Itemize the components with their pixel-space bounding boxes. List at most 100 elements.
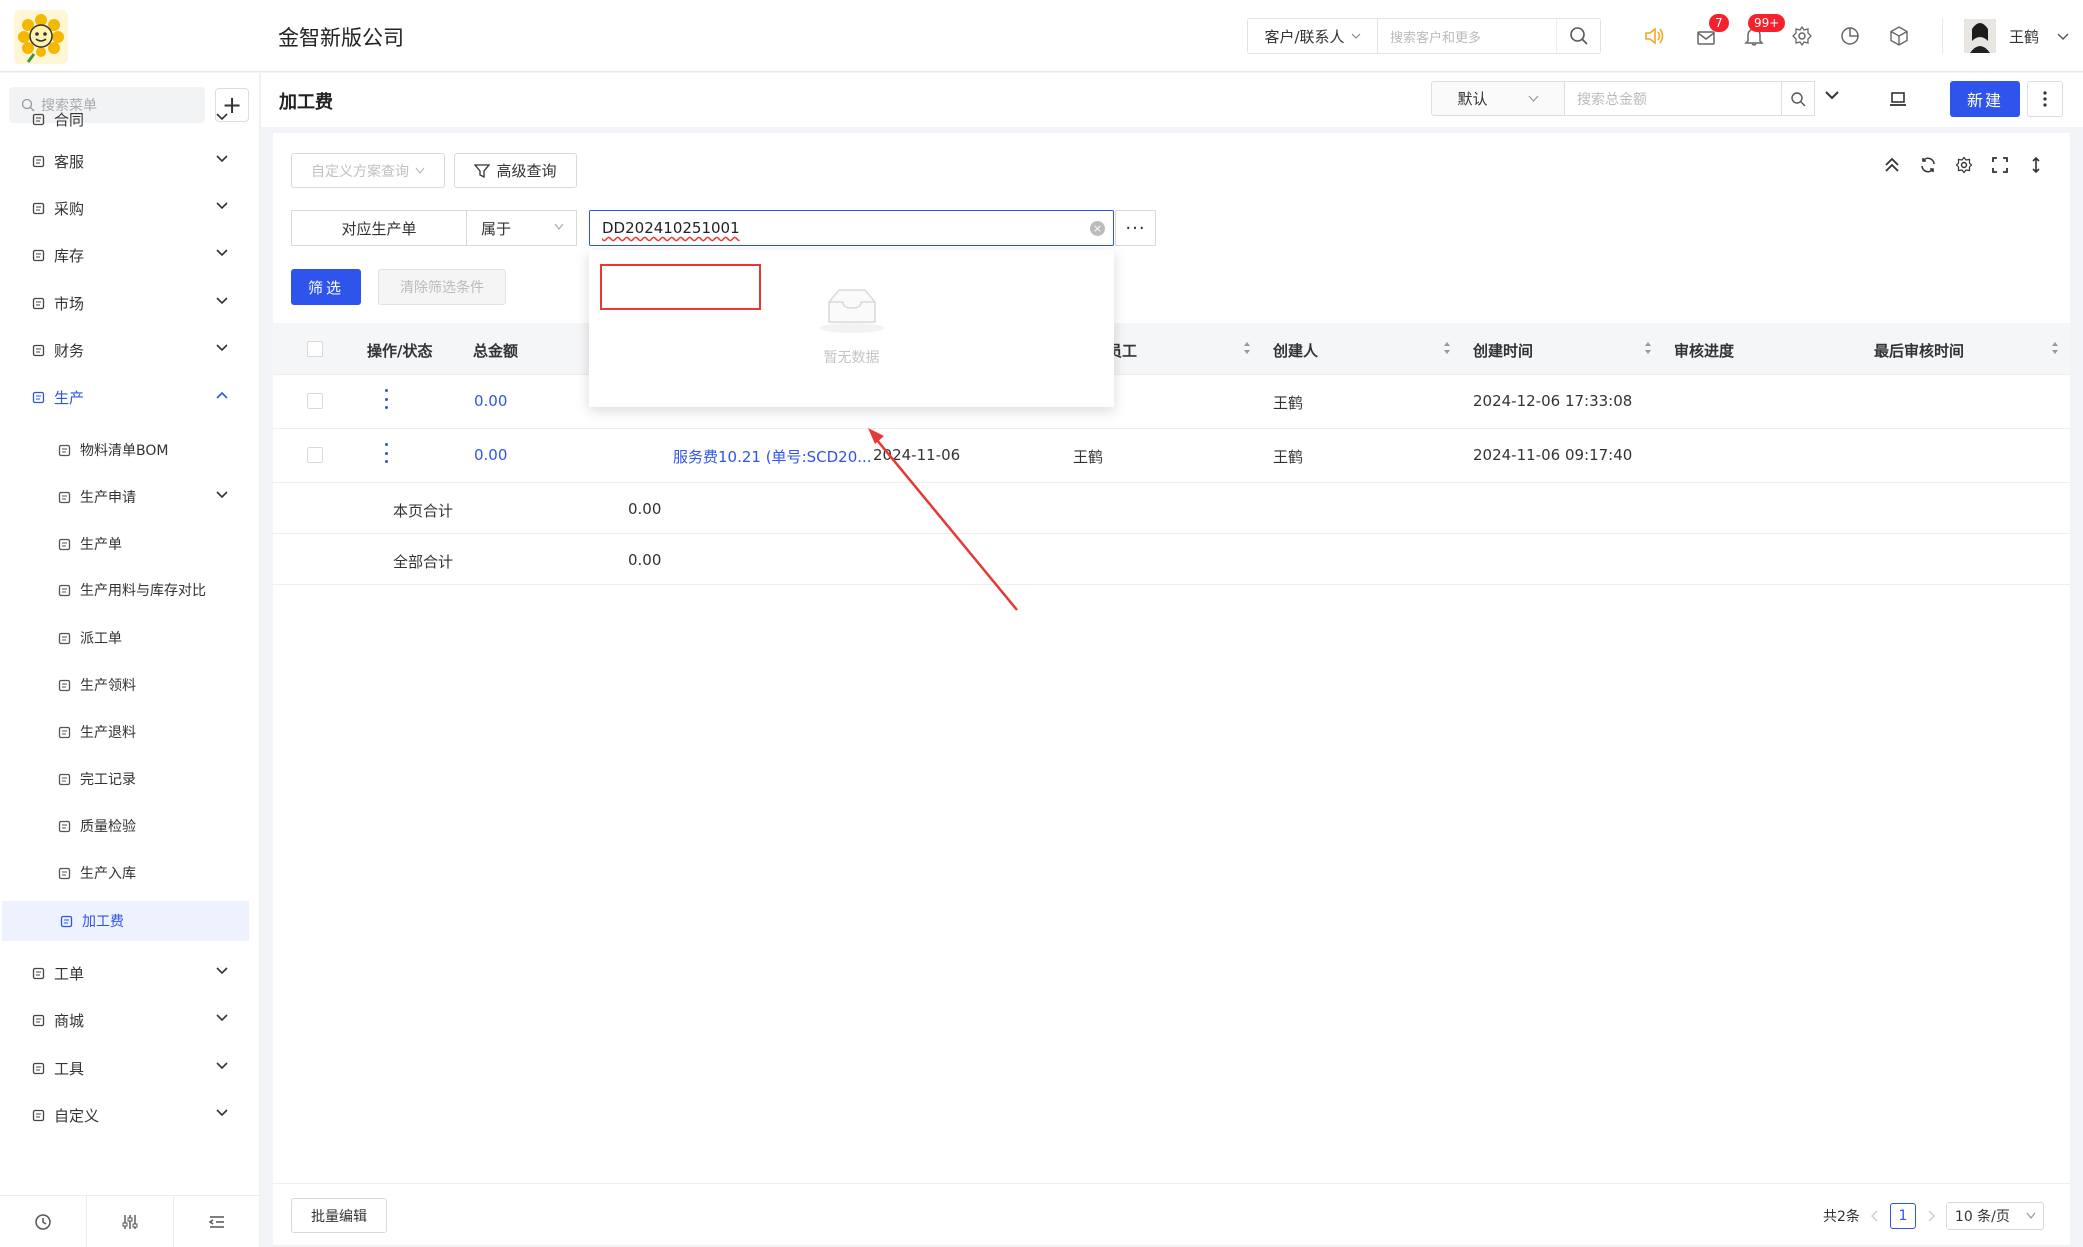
row-height-icon[interactable] [2027, 156, 2045, 174]
fullscreen-icon[interactable] [1991, 156, 2009, 174]
apply-filter-button[interactable]: 筛选 [291, 269, 361, 305]
custom-query-select[interactable]: 自定义方案查询 [291, 153, 445, 188]
select-all-checkbox[interactable] [307, 341, 323, 357]
row-production-order[interactable]: 服务费10.21 (单号:SCD20... [673, 446, 872, 467]
sort-icon[interactable] [2051, 339, 2059, 357]
cube-icon[interactable] [1887, 24, 1911, 48]
service-icon [30, 153, 46, 169]
menu-icon [30, 1012, 46, 1028]
amount-search-input[interactable]: 搜索总金额 [1564, 81, 1782, 116]
amount-search-button[interactable] [1781, 81, 1815, 116]
filter-operator-value: 属于 [481, 219, 512, 238]
all-total-value: 0.00 [628, 551, 662, 569]
sidebar-item[interactable]: 工具 [0, 1048, 250, 1088]
col-creator[interactable]: 创建人 [1273, 340, 1318, 361]
row-amount[interactable]: 0.00 [474, 392, 507, 410]
row-actions-icon[interactable] [385, 443, 389, 463]
avatar[interactable] [1964, 19, 1996, 53]
sidebar-item[interactable]: 合同 [0, 99, 250, 139]
new-button[interactable]: 新建 [1950, 81, 2020, 117]
page-number[interactable]: 1 [1889, 1203, 1916, 1229]
sidebar-subitem[interactable]: 质量检验 [0, 806, 250, 846]
row-creator: 王鹤 [1273, 394, 1304, 412]
table-row[interactable]: 0.00 王鹤 2024-12-06 17:33:08 [273, 375, 2070, 429]
table-footer: 批量编辑 共2条 1 10 条/页 [273, 1183, 2070, 1245]
sidebar-item[interactable]: 商城 [0, 1000, 250, 1040]
sliders-icon[interactable] [87, 1196, 174, 1247]
chevron-down-icon[interactable] [2057, 32, 2069, 42]
sort-icon[interactable] [1243, 339, 1251, 357]
row-checkbox[interactable] [307, 393, 323, 409]
monitor-icon[interactable] [1889, 90, 1907, 108]
sidebar-item-label: 库存 [54, 246, 85, 265]
collapse-up-icon[interactable] [1883, 156, 1901, 174]
col-amount[interactable]: 总金额 [473, 340, 518, 361]
sidebar-subitem[interactable]: 派工单 [0, 618, 250, 658]
pie-chart-icon[interactable] [1838, 24, 1862, 48]
sidebar-subitem[interactable]: 加工费 [2, 901, 249, 941]
batch-edit-button[interactable]: 批量编辑 [291, 1198, 387, 1233]
sidebar-subitem[interactable]: 完工记录 [0, 759, 250, 799]
sidebar-item[interactable]: 工单 [0, 953, 250, 993]
more-options-button[interactable] [2027, 81, 2063, 117]
sidebar-item[interactable]: 自定义 [0, 1095, 250, 1135]
finance-icon [30, 342, 46, 358]
sidebar-item-label: 采购 [54, 199, 85, 218]
advanced-query-button[interactable]: 高级查询 [454, 153, 577, 188]
col-created-at[interactable]: 创建时间 [1473, 340, 1533, 361]
filter-operator-select[interactable]: 属于 [467, 210, 577, 246]
subitem-icon [56, 630, 72, 646]
sidebar-item[interactable]: 财务 [0, 330, 250, 370]
chevron-down-icon[interactable] [1824, 89, 1840, 101]
table-header: 操作/状态 总金额 员工 创建人 创建时间 审核进度 最后审核时间 [273, 323, 2070, 375]
sidebar-item[interactable]: 库存 [0, 235, 250, 275]
sidebar-subitem[interactable]: 生产用料与库存对比 [0, 570, 250, 610]
chevron-right-icon[interactable] [1926, 1210, 1936, 1222]
global-search-input[interactable]: 搜索客户和更多 [1378, 27, 1556, 46]
search-scope-select[interactable]: 客户/联系人 [1248, 19, 1378, 53]
view-select[interactable]: 默认 [1431, 81, 1564, 116]
sidebar-item[interactable]: 市场 [0, 283, 250, 323]
sidebar-subitem[interactable]: 物料清单BOM [0, 430, 250, 470]
clear-input-icon[interactable]: × [1090, 221, 1105, 236]
clear-filter-button[interactable]: 清除筛选条件 [378, 269, 506, 305]
sidebar-subitem[interactable]: 生产退料 [0, 712, 250, 752]
filter-more-button[interactable]: ··· [1115, 210, 1156, 246]
subitem-icon [56, 724, 72, 740]
sidebar-subitem[interactable]: 生产申请 [0, 477, 250, 517]
sort-icon[interactable] [1443, 339, 1451, 357]
annotation-highlight-box [600, 264, 761, 310]
col-last-review[interactable]: 最后审核时间 [1874, 340, 1964, 361]
settings-icon[interactable] [1955, 156, 1973, 174]
chevron-down-icon [216, 967, 228, 975]
col-review-progress[interactable]: 审核进度 [1674, 340, 1734, 361]
sidebar-subitem[interactable]: 生产领料 [0, 665, 250, 705]
sidebar-item[interactable]: 采购 [0, 188, 250, 228]
page-size-select[interactable]: 10 条/页 [1945, 1202, 2044, 1230]
company-logo[interactable] [14, 10, 68, 64]
table-row[interactable]: 0.00 服务费10.21 (单号:SCD20... 2024-11-06 王鹤… [273, 429, 2070, 483]
sort-icon[interactable] [1644, 339, 1652, 357]
sidebar-subitem[interactable]: 生产入库 [0, 853, 250, 893]
sidebar-subitem-label: 生产退料 [80, 725, 136, 741]
search-button[interactable] [1556, 19, 1600, 53]
history-icon[interactable] [0, 1196, 87, 1247]
speaker-icon[interactable] [1642, 24, 1666, 48]
collapse-menu-icon[interactable] [174, 1196, 260, 1247]
user-name[interactable]: 王鹤 [2009, 26, 2039, 47]
sidebar-item[interactable]: 客服 [0, 141, 250, 181]
refresh-icon[interactable] [1919, 156, 1937, 174]
filter-field-select[interactable]: 对应生产单 [291, 210, 467, 246]
company-name: 金智新版公司 [278, 26, 404, 50]
sidebar-subitem-label: 生产申请 [80, 490, 136, 506]
sidebar-subitem[interactable]: 生产单 [0, 524, 250, 564]
chevron-left-icon[interactable] [1870, 1210, 1880, 1222]
row-checkbox[interactable] [307, 447, 323, 463]
settings-icon[interactable] [1790, 24, 1814, 48]
sidebar-item[interactable]: 生产 [0, 377, 250, 417]
page-header: 加工费 默认 搜索总金额 新建 [261, 73, 2083, 127]
row-actions-icon[interactable] [385, 389, 389, 409]
chevron-down-icon [216, 249, 228, 257]
row-amount[interactable]: 0.00 [474, 446, 507, 464]
filter-value-input[interactable]: DD202410251001 × [589, 210, 1114, 246]
